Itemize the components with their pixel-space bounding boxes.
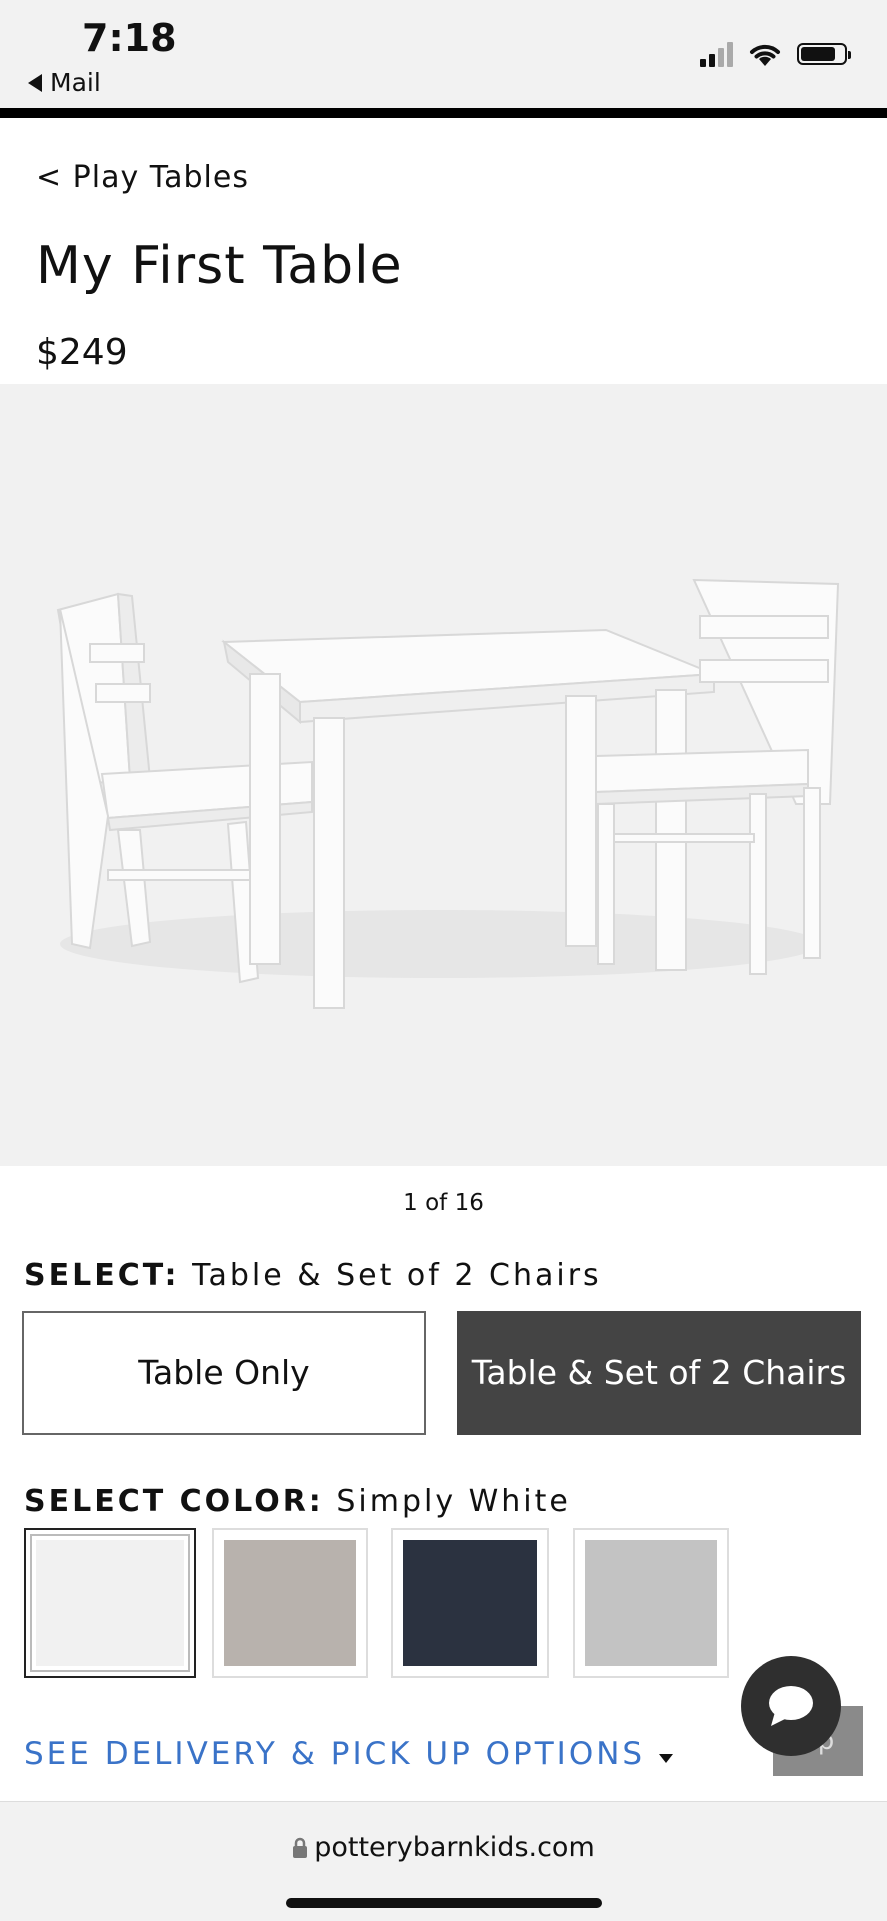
image-pager: 1 of 16: [403, 1190, 484, 1216]
back-arrow-icon: [28, 73, 42, 92]
caret-down-icon: [659, 1753, 674, 1763]
swatch-simply-white[interactable]: [24, 1528, 196, 1678]
swatch-chip: [585, 1540, 717, 1666]
table-and-chairs-illustration: [56, 578, 840, 1009]
swatch-grey-wash[interactable]: [212, 1528, 368, 1678]
swatch-grey[interactable]: [573, 1528, 729, 1678]
swatch-chip: [36, 1540, 184, 1666]
configuration-label: SELECT: Table & Set of 2 Chairs: [24, 1258, 602, 1293]
product-page: < Play Tables My First Table $249 1 of 1…: [0, 118, 887, 1801]
wifi-icon: [750, 44, 780, 66]
configuration-selected-value: Table & Set of 2 Chairs: [192, 1258, 602, 1293]
clock: 7:18: [82, 16, 177, 60]
browser-url-bar[interactable]: potterybarnkids.com: [0, 1801, 887, 1921]
product-image[interactable]: [0, 384, 887, 1166]
cellular-signal-icon: [700, 41, 733, 67]
color-label: SELECT COLOR: Simply White: [24, 1484, 571, 1519]
status-bar: 7:18 Mail: [0, 0, 887, 108]
url-display[interactable]: potterybarnkids.com: [0, 1832, 887, 1863]
option-table-and-chairs[interactable]: Table & Set of 2 Chairs: [457, 1311, 861, 1435]
swatch-chip: [224, 1540, 356, 1666]
system-icons: [700, 40, 851, 68]
breadcrumb[interactable]: < Play Tables: [36, 160, 249, 195]
delivery-options-label: SEE DELIVERY & PICK UP OPTIONS: [24, 1736, 646, 1772]
delivery-options-link[interactable]: SEE DELIVERY & PICK UP OPTIONS: [24, 1736, 674, 1772]
header-divider: [0, 108, 887, 118]
back-to-mail-button[interactable]: Mail: [28, 68, 101, 97]
product-title: My First Table: [36, 236, 403, 296]
battery-icon: [797, 43, 851, 65]
chat-button[interactable]: [741, 1656, 841, 1756]
option-table-only[interactable]: Table Only: [22, 1311, 426, 1435]
home-indicator: [286, 1898, 602, 1908]
url-text: potterybarnkids.com: [314, 1832, 595, 1863]
lock-icon: [293, 1837, 308, 1858]
configuration-label-key: SELECT:: [24, 1258, 180, 1293]
back-app-label: Mail: [50, 68, 101, 97]
swatch-navy[interactable]: [391, 1528, 549, 1678]
chat-bubble-icon: [769, 1686, 813, 1726]
color-selected-value: Simply White: [336, 1484, 571, 1519]
swatch-chip: [403, 1540, 537, 1666]
color-label-key: SELECT COLOR:: [24, 1484, 324, 1519]
product-price: $249: [36, 332, 128, 373]
